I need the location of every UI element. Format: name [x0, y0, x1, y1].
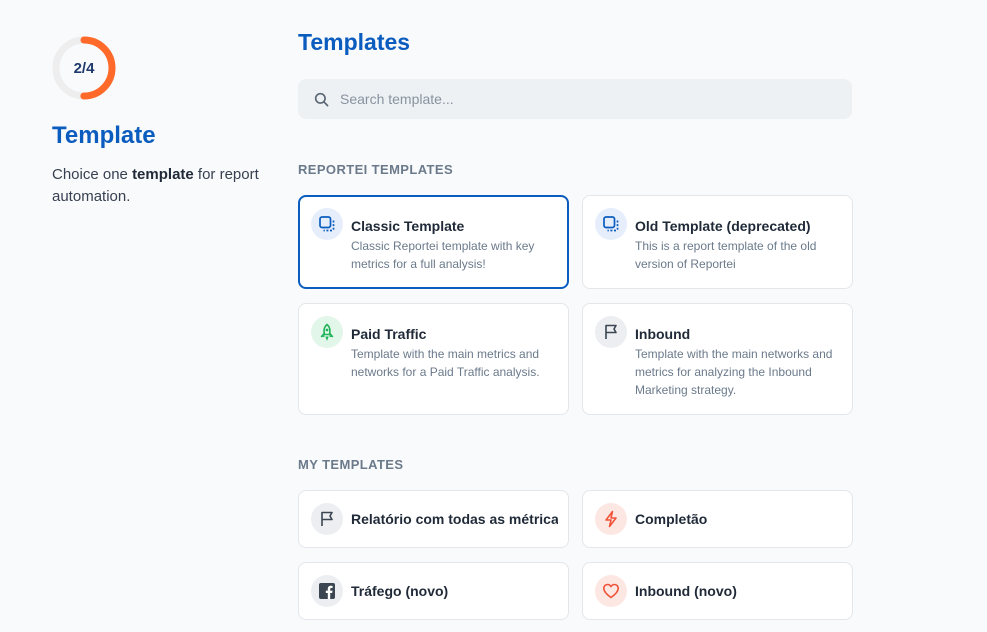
template-card-old[interactable]: Old Template (deprecated) This is a repo…: [582, 195, 853, 289]
rocket-icon: [311, 316, 343, 348]
card-description: This is a report template of the old ver…: [635, 239, 817, 271]
my-templates-section: MY TEMPLATES Relatório com todas as métr…: [298, 457, 853, 620]
reportei-templates-section: REPORTEI TEMPLATES Classic Template Clas…: [298, 162, 853, 415]
step-title: Template: [52, 122, 156, 149]
my-template-card-relatorio[interactable]: Relatório com todas as métricas: [298, 490, 569, 548]
my-template-card-trafego[interactable]: Tráfego (novo): [298, 562, 569, 620]
card-description: Classic Reportei template with key metri…: [351, 239, 535, 271]
section-heading: REPORTEI TEMPLATES: [298, 162, 454, 177]
template-copy-icon: [595, 208, 627, 240]
page-title: Templates: [298, 29, 411, 55]
step-counter: 2/4: [73, 59, 95, 77]
step-desc-prefix: Choice one: [52, 166, 133, 183]
step-panel: 2/4 Template Choice one template for rep…: [52, 36, 262, 208]
flag-icon: [311, 503, 343, 535]
card-title: Classic Template: [351, 218, 465, 234]
template-card-inbound[interactable]: Inbound Template with the main networks …: [582, 303, 853, 415]
flag-icon: [595, 316, 627, 348]
template-card-classic[interactable]: Classic Template Classic Reportei templa…: [298, 195, 569, 289]
step-progress-ring: 2/4: [52, 36, 116, 100]
card-title: Paid Traffic: [351, 326, 427, 342]
card-title: Relatório com todas as métricas: [351, 511, 558, 527]
my-template-card-completao[interactable]: Completão: [582, 490, 853, 548]
my-template-card-inbound-novo[interactable]: Inbound (novo): [582, 562, 853, 620]
card-title: Old Template (deprecated): [635, 218, 811, 234]
lightning-icon: [595, 503, 627, 535]
card-description: Template with the main networks and metr…: [635, 347, 833, 397]
template-card-paid-traffic[interactable]: Paid Traffic Template with the main metr…: [298, 303, 569, 415]
search-icon: [314, 91, 330, 107]
card-title: Completão: [635, 511, 708, 527]
search-input[interactable]: [340, 91, 820, 107]
templates-main: Templates REPORTEI TEMPLATES Classic Tem…: [298, 28, 854, 620]
card-title: Inbound (novo): [635, 583, 737, 599]
card-title: Tráfego (novo): [351, 583, 449, 599]
step-desc-bold: template: [132, 166, 194, 183]
search-bar[interactable]: [298, 79, 852, 119]
facebook-icon: [311, 575, 343, 607]
section-heading: MY TEMPLATES: [298, 457, 404, 472]
card-title: Inbound: [635, 326, 691, 342]
card-description: Template with the main metrics and netwo…: [351, 347, 540, 379]
heart-icon: [595, 575, 627, 607]
template-copy-icon: [311, 208, 343, 240]
step-description: Choice one template for report automatio…: [52, 164, 262, 208]
